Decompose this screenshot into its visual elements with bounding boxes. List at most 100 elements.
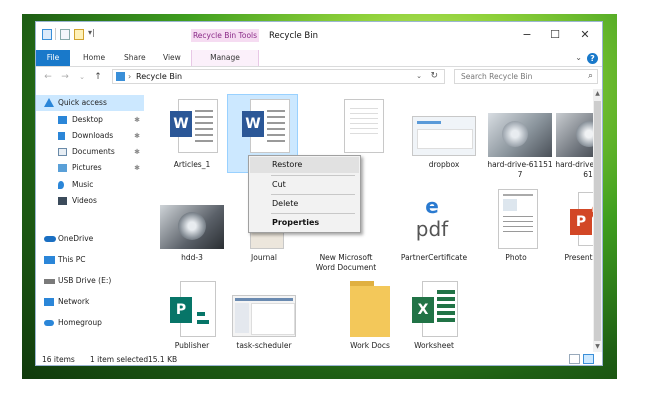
expand-ribbon-icon[interactable]: ⌄ — [575, 53, 582, 62]
help-icon[interactable]: ? — [587, 53, 598, 64]
sidebar-item-desktop[interactable]: Desktop ✱ — [36, 112, 144, 128]
new-folder-qat-icon[interactable] — [74, 29, 84, 40]
network-icon — [44, 298, 54, 306]
sidebar-item-usb-drive[interactable]: USB Drive (E:) — [36, 273, 144, 289]
recycle-bin-icon — [116, 72, 125, 81]
tab-share[interactable]: Share — [124, 50, 146, 66]
forward-arrow-icon[interactable]: → — [59, 70, 71, 84]
file-name: PartnerCertificate — [400, 253, 468, 262]
sidebar-item-downloads[interactable]: Downloads ✱ — [36, 128, 144, 144]
sidebar-item-homegroup[interactable]: Homegroup — [36, 315, 144, 331]
window-title: Recycle Bin — [269, 31, 319, 41]
file-item[interactable]: Photo — [478, 187, 554, 267]
search-icon[interactable]: ⌕ — [588, 70, 593, 83]
properties-qat-icon[interactable] — [60, 29, 70, 40]
up-arrow-icon[interactable]: ↑ — [92, 70, 104, 84]
file-item[interactable]: hdd-3 — [154, 187, 230, 267]
word-badge-icon: W — [242, 111, 264, 137]
star-icon — [44, 98, 54, 107]
sidebar-item-label: Pictures — [72, 163, 102, 172]
refresh-icon[interactable]: ↻ — [430, 70, 438, 83]
file-list: W Articles_1 W A — [146, 89, 602, 352]
desktop-icon — [58, 116, 67, 124]
large-icons-view-icon[interactable] — [583, 354, 594, 364]
file-name: task-scheduler — [236, 341, 292, 350]
search-input[interactable]: Search Recycle Bin ⌕ — [454, 69, 598, 84]
back-arrow-icon[interactable]: ← — [42, 70, 54, 84]
file-item[interactable]: P Publisher — [154, 279, 230, 359]
sidebar-item-label: Desktop — [72, 115, 103, 124]
address-row: ← → ⌄ ↑ › Recycle Bin ⌄ ↻ Search Recycle… — [36, 67, 602, 87]
details-view-icon[interactable] — [569, 354, 580, 364]
pin-icon: ✱ — [134, 148, 140, 156]
document-icon — [344, 99, 384, 153]
sidebar-item-onedrive[interactable]: OneDrive — [36, 231, 144, 247]
pdf-icon: e pdf — [415, 194, 449, 241]
status-bar: 16 items 1 item selected 15.1 KB — [36, 353, 602, 365]
tab-file[interactable]: File — [36, 50, 70, 66]
sidebar-item-documents[interactable]: Documents ✱ — [36, 144, 144, 160]
file-item[interactable]: e pdf PartnerCertificate — [396, 187, 472, 267]
menu-item-delete[interactable]: Delete — [250, 196, 359, 212]
file-name: Publisher — [174, 341, 210, 350]
pin-icon: ✱ — [134, 116, 140, 124]
vertical-scrollbar[interactable]: ▲ ▼ — [593, 89, 602, 352]
sidebar-item-this-pc[interactable]: This PC — [36, 252, 144, 268]
file-item[interactable]: X Worksheet — [396, 279, 472, 359]
close-button[interactable]: ✕ — [573, 27, 597, 43]
title-bar: ▾| Recycle Bin Tools Recycle Bin − ☐ ✕ — [36, 22, 602, 50]
file-item[interactable]: task-scheduler — [226, 279, 302, 359]
selection-count: 1 item selected — [90, 355, 149, 364]
dropbox-thumbnail — [412, 116, 476, 156]
file-item[interactable]: W Articles_1 — [154, 94, 230, 174]
selection-size: 15.1 KB — [148, 355, 178, 364]
sidebar-item-label: Homegroup — [58, 318, 102, 327]
file-name: dropbox — [428, 160, 460, 169]
address-dropdown-icon[interactable]: ⌄ — [416, 70, 422, 83]
file-name: hdd-3 — [181, 253, 203, 262]
sidebar-item-label: OneDrive — [58, 234, 94, 243]
sidebar-item-label: Videos — [72, 196, 97, 205]
tab-manage[interactable]: Manage — [191, 50, 259, 66]
maximize-button[interactable]: ☐ — [543, 27, 567, 43]
pictures-icon — [58, 164, 67, 172]
sidebar-item-network[interactable]: Network — [36, 294, 144, 310]
file-explorer-window: ▾| Recycle Bin Tools Recycle Bin − ☐ ✕ F… — [35, 21, 603, 366]
scrollbar-thumb[interactable] — [594, 101, 601, 341]
breadcrumb-separator[interactable]: › — [128, 70, 131, 83]
videos-icon — [58, 197, 67, 205]
file-name: Photo — [505, 253, 527, 262]
sidebar-item-pictures[interactable]: Pictures ✱ — [36, 160, 144, 176]
file-item[interactable]: dropbox — [406, 94, 482, 174]
minimize-button[interactable]: − — [515, 27, 539, 43]
window-icon — [42, 29, 52, 40]
menu-item-properties[interactable]: Properties — [250, 215, 359, 231]
sidebar-item-label: Network — [58, 297, 90, 306]
sidebar-item-quick-access[interactable]: Quick access — [36, 95, 144, 111]
tab-home[interactable]: Home — [83, 50, 105, 66]
sidebar-item-label: USB Drive (E:) — [58, 276, 112, 285]
recent-locations-icon[interactable]: ⌄ — [76, 70, 88, 84]
sidebar-item-videos[interactable]: Videos — [36, 193, 144, 209]
ribbon-tabs: File Home Share View Manage ⌄ ? — [36, 50, 602, 67]
powerpoint-badge-icon: P — [570, 209, 592, 235]
tab-view[interactable]: View — [163, 50, 181, 66]
qat-dropdown-icon[interactable]: ▾| — [88, 28, 95, 37]
breadcrumb[interactable]: Recycle Bin — [136, 70, 182, 83]
sidebar-item-music[interactable]: Music — [36, 177, 144, 193]
downloads-icon — [58, 132, 65, 140]
sidebar-item-label: This PC — [58, 255, 86, 264]
file-item[interactable]: hard-drive-61151 7 — [482, 94, 558, 179]
file-name: Articles_1 — [173, 160, 211, 169]
menu-separator — [271, 213, 355, 214]
menu-item-cut[interactable]: Cut — [250, 177, 359, 193]
computer-icon — [44, 256, 55, 264]
menu-item-restore[interactable]: Restore — [250, 157, 359, 173]
music-icon — [58, 181, 64, 189]
address-bar[interactable]: › Recycle Bin ⌄ ↻ — [112, 69, 445, 84]
publisher-badge-icon: P — [170, 297, 192, 323]
file-name: Worksheet — [414, 341, 454, 350]
scroll-up-icon[interactable]: ▲ — [593, 89, 602, 99]
scroll-down-icon[interactable]: ▼ — [593, 342, 602, 352]
photo-thumbnail — [498, 189, 538, 249]
